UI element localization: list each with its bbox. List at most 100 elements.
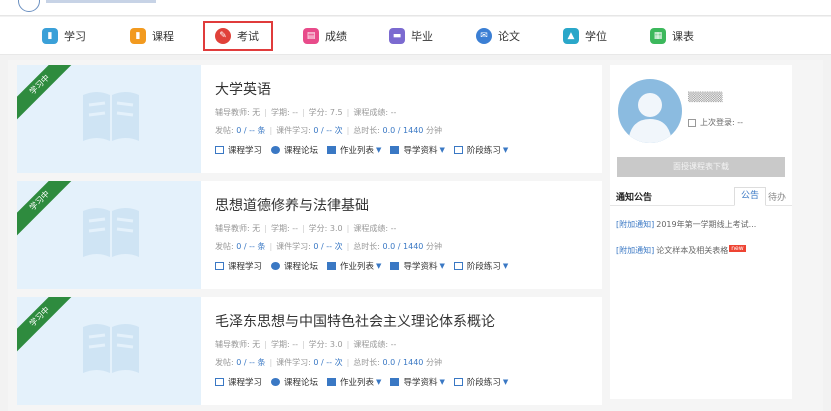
nav-item-exam[interactable]: ✎ 考试 [203,21,273,51]
duration-value: 0.0 / 1440 [382,358,424,367]
course-thumbnail: 学习中 [17,65,201,173]
timetable-download-button[interactable]: 面授课程表下载 [617,157,785,177]
notice-header: 通知公告 公告 待办 [610,186,792,206]
new-badge: new [729,245,746,252]
homework-list-dropdown[interactable]: 作业列表 ▼ [327,144,381,156]
link-label: 课程学习 [228,262,263,272]
score-text: 课程成绩: -- [353,224,397,233]
chevron-down-icon: ▼ [376,262,382,270]
chevron-down-icon: ▼ [502,146,509,154]
duration-label: 总时长: [353,358,380,367]
course-links: 课程学习 课程论坛 作业列表 ▼ 导学资料 ▼ 阶段练习 ▼ [215,260,508,272]
materials-dropdown[interactable]: 导学资料 ▼ [390,376,445,388]
lessons-value: 0 / -- 次 [313,242,343,251]
posts-value: 0 / -- 条 [236,126,266,135]
term-text: 学期: -- [270,108,298,117]
last-login: 上次登录: -- [688,117,743,128]
credit-text: 学分: 3.0 [308,340,343,349]
graduation-icon: ▬ [389,28,405,44]
nav-item-timetable[interactable]: ▦ 课表 [650,23,694,49]
link-label: 课程论坛 [284,262,319,272]
duration-label: 总时长: [353,126,380,135]
homework-list-dropdown[interactable]: 作业列表 ▼ [327,260,381,272]
practice-dropdown[interactable]: 阶段练习 ▼ [453,260,509,272]
link-label: 课程学习 [228,146,263,156]
nav-item-graduation[interactable]: ▬ 毕业 [389,23,433,49]
course-forum-link[interactable]: 课程论坛 [271,260,318,272]
link-label: 导学资料 [403,262,438,272]
status-ribbon: 学习中 [17,65,78,123]
course-title[interactable]: 大学英语 [215,79,271,99]
course-meta: 辅导教师: 无 | 学期: -- | 学分: 7.5 | 课程成绩: -- [215,108,397,117]
notice-text: 论文样本及相关表格 [656,246,729,255]
document-icon [390,262,400,270]
chat-icon [271,378,281,386]
tab-notice[interactable]: 公告 [734,187,766,206]
lessons-label: 课件学习: [276,242,311,251]
materials-dropdown[interactable]: 导学资料 ▼ [390,260,445,272]
homework-list-dropdown[interactable]: 作业列表 ▼ [327,376,381,388]
course-forum-link[interactable]: 课程论坛 [271,376,318,388]
practice-dropdown[interactable]: 阶段练习 ▼ [453,376,509,388]
grades-icon: ▤ [303,28,319,44]
study-icon: ▮ [42,28,58,44]
link-label: 阶段练习 [466,146,501,156]
tab-todo[interactable]: 待办 [768,190,786,203]
nav-item-course[interactable]: ▮ 课程 [130,23,174,49]
nav-item-grades[interactable]: ▤ 成绩 [303,23,347,49]
chat-icon [271,146,281,154]
course-study-link[interactable]: 课程学习 [215,144,262,156]
last-login-text: 上次登录: -- [700,118,744,127]
chevron-down-icon: ▼ [502,378,509,386]
posts-label: 发帖: [215,126,234,135]
course-title[interactable]: 毛泽东思想与中国特色社会主义理论体系概论 [215,311,495,331]
materials-dropdown[interactable]: 导学资料 ▼ [390,144,445,156]
tutor-text: 辅导教师: 无 [215,108,261,117]
nav-label: 毕业 [411,30,433,43]
exam-icon: ✎ [215,28,231,44]
notice-item[interactable]: [附加通知] 2019年第一学期线上考试... [616,219,756,230]
chat-icon [271,262,281,270]
nav-label: 学习 [64,30,86,43]
nav-item-degree[interactable]: ▲ 学位 [563,23,607,49]
course-forum-link[interactable]: 课程论坛 [271,144,318,156]
tutor-text: 辅导教师: 无 [215,340,261,349]
course-study-link[interactable]: 课程学习 [215,376,262,388]
link-label: 阶段练习 [466,378,501,388]
practice-dropdown[interactable]: 阶段练习 ▼ [453,144,509,156]
course-title[interactable]: 思想道德修养与法律基础 [215,195,369,215]
posts-value: 0 / -- 条 [236,242,266,251]
score-text: 课程成绩: -- [353,340,397,349]
tutor-text: 辅导教师: 无 [215,224,261,233]
course-study-link[interactable]: 课程学习 [215,260,262,272]
posts-label: 发帖: [215,358,234,367]
notice-item[interactable]: [附加通知] 论文样本及相关表格 new [616,245,746,256]
duration-unit: 分钟 [425,242,442,251]
status-ribbon: 学习中 [17,297,78,355]
lessons-label: 课件学习: [276,126,311,135]
edit-icon [453,378,463,386]
main-nav: ▮ 学习 ▮ 课程 ✎ 考试 ▤ 成绩 ▬ 毕业 ✉ 论文 ▲ 学位 ▦ 课表 [0,17,831,55]
nav-item-study[interactable]: ▮ 学习 [42,23,86,49]
course-progress: 发帖: 0 / -- 条 | 课件学习: 0 / -- 次 | 总时长: 0.0 / 1… [215,126,442,135]
credit-text: 学分: 3.0 [308,224,343,233]
chevron-down-icon: ▼ [376,378,382,386]
avatar [618,79,682,143]
nav-label: 考试 [237,30,259,43]
chevron-down-icon: ▼ [502,262,509,270]
term-text: 学期: -- [270,340,298,349]
course-card[interactable]: 学习中 大学英语 辅导教师: 无 | 学期: -- | 学分: 7.5 | 课程成绩: --… [17,65,602,173]
course-card[interactable]: 学习中 毛泽东思想与中国特色社会主义理论体系概论 辅导教师: 无 | 学期: -- |… [17,297,602,405]
course-thumbnail: 学习中 [17,181,201,289]
nav-item-thesis[interactable]: ✉ 论文 [476,23,520,49]
link-label: 课程论坛 [284,378,319,388]
play-icon [215,378,224,386]
user-sidebar: ▒▒▒▒▒ 上次登录: -- 面授课程表下载 通知公告 公告 待办 [附加通知]… [610,65,792,399]
course-meta: 辅导教师: 无 | 学期: -- | 学分: 3.0 | 课程成绩: -- [215,340,397,349]
posts-value: 0 / -- 条 [236,358,266,367]
checkbox-icon [688,118,696,127]
lessons-label: 课件学习: [276,358,311,367]
course-meta: 辅导教师: 无 | 学期: -- | 学分: 3.0 | 课程成绩: -- [215,224,397,233]
course-card[interactable]: 学习中 思想道德修养与法律基础 辅导教师: 无 | 学期: -- | 学分: 3.0 | 课… [17,181,602,289]
edit-icon [453,146,463,154]
